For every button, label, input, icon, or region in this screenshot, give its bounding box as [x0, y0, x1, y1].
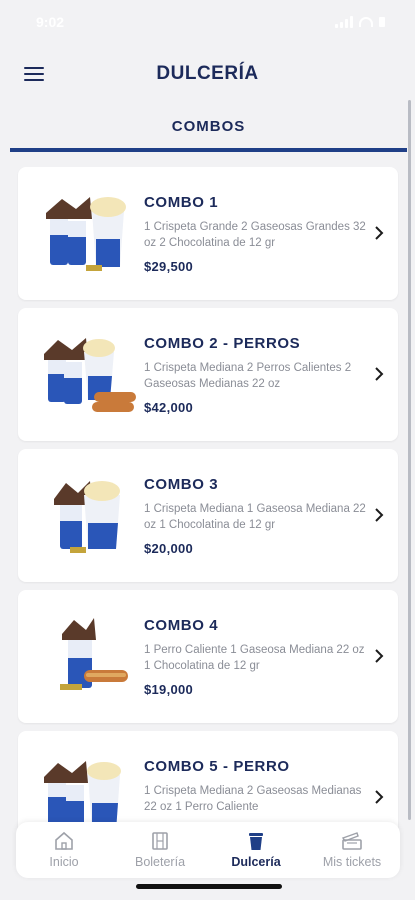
nav-item-inicio[interactable]: Inicio — [18, 831, 110, 869]
menu-icon[interactable] — [24, 67, 44, 81]
combo-price: $42,000 — [144, 400, 194, 415]
bottom-nav: Inicio Boletería Dulcería Mis tickets — [16, 822, 400, 878]
combo-list: COMBO 1 1 Crispeta Grande 2 Gaseosas Gra… — [18, 167, 398, 872]
combo-card-2[interactable]: COMBO 2 - PERROS 1 Crispeta Mediana 2 Pe… — [18, 308, 398, 441]
scroll-indicator[interactable] — [408, 100, 411, 820]
combo-description: 1 Crispeta Mediana 2 Perros Calientes 2 … — [144, 362, 352, 390]
combo-1-image — [46, 197, 126, 271]
combo-name: COMBO 4 — [144, 617, 219, 634]
nav-label: Boletería — [134, 855, 186, 869]
combo-price: $29,500 — [144, 259, 194, 274]
status-icons — [335, 16, 385, 28]
chevron-right-icon — [375, 508, 384, 522]
app-header: DULCERÍA — [0, 44, 415, 104]
nav-item-boleteria[interactable]: Boletería — [114, 831, 206, 869]
combo-name: COMBO 5 - PERRO — [144, 758, 290, 775]
combo-card-3[interactable]: COMBO 3 1 Crispeta Mediana 1 Gaseosa Med… — [18, 449, 398, 582]
nav-item-mis-tickets[interactable]: Mis tickets — [306, 831, 398, 869]
combo-price: $19,000 — [144, 682, 194, 697]
combo-description: 1 Crispeta Grande 2 Gaseosas Grandes 32 … — [144, 221, 366, 249]
nav-label: Mis tickets — [322, 855, 382, 869]
cup-icon — [249, 833, 263, 850]
status-bar: 9:02 — [0, 0, 415, 44]
tab-combos[interactable]: COMBOS — [172, 118, 246, 135]
combo-description: 1 Crispeta Mediana 1 Gaseosa Mediana 22 … — [144, 503, 366, 531]
combo-description: 1 Crispeta Mediana 2 Gaseosas Medianas 2… — [144, 785, 362, 813]
combo-2-image — [44, 338, 136, 412]
ticket-icon — [341, 832, 362, 850]
home-icon — [55, 831, 73, 850]
combo-4-image — [60, 618, 128, 690]
nav-label: Inicio — [49, 855, 79, 869]
combo-card-1[interactable]: COMBO 1 1 Crispeta Grande 2 Gaseosas Gra… — [18, 167, 398, 300]
combo-description: 1 Perro Caliente 1 Gaseosa Mediana 22 oz… — [144, 644, 365, 672]
page-title: DULCERÍA — [156, 63, 259, 84]
combo-name: COMBO 2 - PERROS — [144, 335, 301, 352]
status-time: 9:02 — [36, 14, 65, 30]
film-icon — [152, 832, 168, 850]
home-indicator — [136, 884, 282, 889]
combo-price: $20,000 — [144, 541, 194, 556]
chevron-right-icon — [375, 367, 384, 381]
nav-label: Dulcería — [231, 855, 281, 869]
combo-name: COMBO 3 — [144, 476, 219, 493]
combo-card-4[interactable]: COMBO 4 1 Perro Caliente 1 Gaseosa Media… — [18, 590, 398, 723]
battery-icon — [379, 17, 385, 27]
signal-icon — [335, 16, 353, 28]
chevron-right-icon — [375, 649, 384, 663]
tab-bar: COMBOS — [10, 104, 407, 152]
combo-3-image — [54, 481, 120, 553]
chevron-right-icon — [375, 790, 384, 804]
wifi-icon — [359, 17, 373, 27]
chevron-right-icon — [375, 226, 384, 240]
nav-item-dulceria[interactable]: Dulcería — [210, 831, 302, 869]
combo-name: COMBO 1 — [144, 194, 219, 211]
